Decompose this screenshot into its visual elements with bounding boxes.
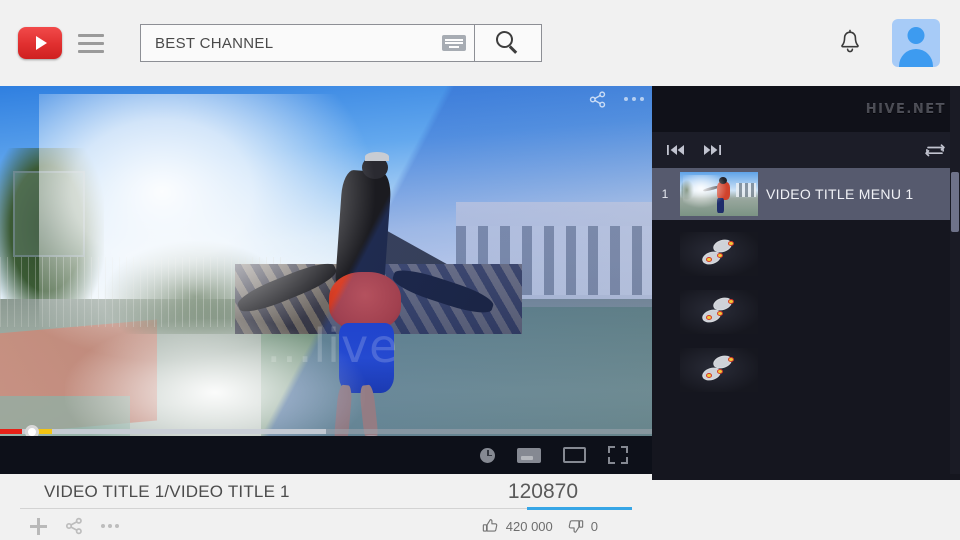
playlist-item-3[interactable] bbox=[652, 286, 960, 338]
playlist-item-title: VIDEO TITLE MENU 1 bbox=[766, 186, 914, 202]
share-icon[interactable] bbox=[65, 517, 83, 535]
rating-accent-bar bbox=[527, 507, 632, 510]
playlist-scrollbar[interactable] bbox=[950, 86, 960, 480]
broken-image-icon bbox=[680, 290, 758, 334]
playlist-items: 1 VIDEO TITLE MENU 1 bbox=[652, 168, 960, 480]
playlist-controls bbox=[652, 132, 960, 168]
youtube-logo[interactable] bbox=[18, 27, 62, 59]
search-icon bbox=[496, 31, 520, 55]
dislike-count: 0 bbox=[590, 518, 598, 534]
playlist-item-thumbnail bbox=[680, 172, 758, 216]
like-count: 420 000 bbox=[505, 518, 553, 534]
playlist-sidebar: HIVE.NET 1 VIDEO TITLE MENU 1 bbox=[652, 86, 960, 480]
add-to-playlist-icon[interactable] bbox=[30, 517, 47, 535]
keyboard-row-1 bbox=[445, 38, 463, 41]
more-options-icon[interactable] bbox=[624, 97, 644, 101]
playlist-item-index: 1 bbox=[661, 187, 669, 201]
rating-group: 420 000 0 bbox=[482, 518, 640, 534]
user-avatar[interactable] bbox=[892, 19, 940, 67]
page-title: VIDEO TITLE 1/VIDEO TITLE 1 bbox=[44, 482, 290, 501]
avatar-body bbox=[899, 49, 933, 67]
broken-image-icon bbox=[680, 232, 758, 276]
video-meta: VIDEO TITLE 1/VIDEO TITLE 1 120870 420 0… bbox=[0, 474, 652, 540]
subtitles-icon[interactable] bbox=[517, 447, 541, 463]
search-bar bbox=[140, 24, 542, 62]
search-input[interactable] bbox=[155, 34, 442, 52]
next-track-icon[interactable] bbox=[702, 143, 722, 157]
share-icon[interactable] bbox=[589, 90, 606, 108]
playlist-brand-watermark: HIVE.NET bbox=[865, 101, 946, 117]
menu-bar-2 bbox=[78, 41, 104, 45]
dislike-button[interactable]: 0 bbox=[567, 518, 598, 534]
video-controls-bar bbox=[0, 436, 652, 474]
video-meta-actions-row: 420 000 0 bbox=[0, 512, 652, 540]
progress-played bbox=[0, 429, 23, 434]
keyboard-spacebar bbox=[449, 45, 459, 48]
search-button[interactable] bbox=[475, 24, 542, 62]
more-options-icon[interactable] bbox=[101, 524, 119, 528]
playlist-item-2[interactable] bbox=[652, 228, 960, 280]
avatar-head bbox=[907, 27, 925, 44]
keyboard-icon[interactable] bbox=[442, 35, 466, 51]
video-progress-bar[interactable] bbox=[0, 425, 652, 439]
previous-track-icon[interactable] bbox=[666, 143, 686, 157]
header-right-actions bbox=[838, 19, 940, 67]
playlist-header: HIVE.NET bbox=[652, 86, 960, 132]
search-field[interactable] bbox=[140, 24, 475, 62]
page-bottom-right-strip bbox=[652, 480, 960, 540]
playlist-item-1[interactable]: 1 VIDEO TITLE MENU 1 bbox=[652, 168, 960, 220]
menu-icon[interactable] bbox=[78, 33, 104, 53]
play-triangle-icon bbox=[36, 36, 47, 50]
playlist-scrollbar-thumb[interactable] bbox=[951, 172, 959, 232]
menu-bar-1 bbox=[78, 33, 104, 37]
video-actions bbox=[30, 517, 119, 535]
page-header bbox=[0, 0, 960, 86]
menu-bar-3 bbox=[78, 49, 104, 53]
theater-mode-icon[interactable] bbox=[563, 447, 586, 463]
settings-icon[interactable] bbox=[480, 447, 495, 463]
video-frame: ...live bbox=[0, 86, 652, 474]
bell-icon[interactable] bbox=[838, 29, 862, 57]
view-count: 120870 bbox=[507, 480, 578, 503]
video-overlay-actions bbox=[589, 88, 644, 110]
like-button[interactable]: 420 000 bbox=[482, 518, 553, 534]
broken-image-icon bbox=[680, 348, 758, 392]
loop-icon[interactable] bbox=[924, 141, 946, 159]
fullscreen-icon[interactable] bbox=[608, 446, 628, 464]
video-player[interactable]: ...live bbox=[0, 86, 652, 474]
playlist-item-4[interactable] bbox=[652, 344, 960, 396]
keyboard-row-2 bbox=[445, 42, 463, 44]
youtube-video-page: ...live bbox=[0, 0, 960, 540]
video-meta-top: VIDEO TITLE 1/VIDEO TITLE 1 120870 bbox=[0, 474, 652, 508]
